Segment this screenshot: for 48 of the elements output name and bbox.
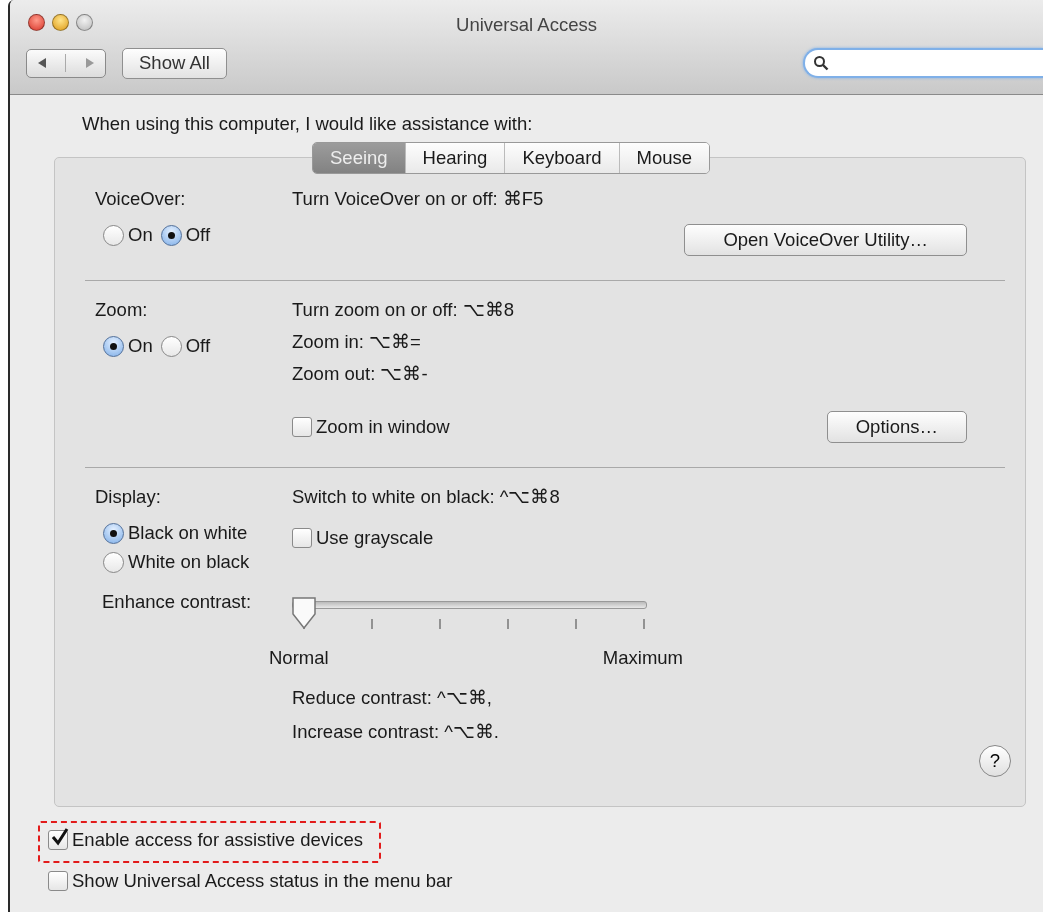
shortcut-text: Zoom in: ⌥⌘=: [292, 331, 422, 353]
checkbox[interactable]: [48, 830, 68, 850]
shortcut-text: Turn VoiceOver on or off: ⌘F5: [292, 188, 545, 210]
minimize-button[interactable]: [52, 13, 69, 31]
radio-label: White on black: [128, 551, 250, 573]
search-field[interactable]: [803, 48, 1043, 78]
options-button[interactable]: Options…: [826, 411, 967, 443]
radio-label: On: [128, 224, 153, 246]
slider-min-label: Normal: [269, 647, 329, 669]
checkbox[interactable]: [292, 417, 312, 437]
zoom-button[interactable]: [76, 13, 93, 31]
radio-button[interactable]: [103, 335, 124, 357]
slider-thumb[interactable]: [291, 596, 317, 630]
checkbox[interactable]: [48, 871, 68, 891]
radio-label: Black on white: [128, 522, 248, 544]
checkbox-label: Show Universal Access status in the menu bar: [72, 870, 453, 892]
radio-label: On: [128, 335, 153, 357]
tab[interactable]: Keyboard: [504, 143, 619, 173]
tab[interactable]: Hearing: [404, 143, 505, 173]
window-title: Universal Access: [456, 14, 597, 36]
shortcut-text: Increase contrast: ^⌥⌘.: [292, 721, 500, 743]
shortcut-text: Reduce contrast: ^⌥⌘,: [292, 687, 493, 709]
search-icon: [813, 55, 829, 71]
close-button[interactable]: [28, 13, 45, 31]
radio-button[interactable]: [160, 335, 182, 357]
shortcut-text: Switch to white on black: ^⌥⌘8: [292, 486, 561, 508]
section-label: Zoom:: [95, 299, 149, 321]
radio-button[interactable]: [103, 224, 124, 246]
open-voiceover-utility-button[interactable]: Open VoiceOver Utility…: [684, 224, 967, 256]
radio-button[interactable]: [103, 551, 124, 573]
checkbox-label: Zoom in window: [316, 416, 450, 438]
shortcut-text: Turn zoom on or off: ⌥⌘8: [292, 299, 515, 321]
section-label: Display:: [95, 486, 162, 508]
radio-button[interactable]: [160, 224, 182, 246]
checkbox[interactable]: [292, 528, 312, 548]
shortcut-text: Zoom out: ⌥⌘-: [292, 363, 429, 385]
prompt-text: When using this computer, I would like assistance with:: [82, 113, 534, 136]
tab[interactable]: Mouse: [618, 143, 710, 173]
section-label: VoiceOver:: [95, 188, 187, 210]
radio-label: Off: [185, 335, 211, 357]
checkbox-label: Use grayscale: [316, 527, 434, 549]
radio-button[interactable]: [103, 522, 124, 544]
show-all-button[interactable]: Show All: [122, 47, 227, 79]
back-forward-control[interactable]: [26, 48, 106, 78]
slider-max-label: Maximum: [602, 647, 683, 669]
radio-label: Off: [185, 224, 211, 246]
checkbox-label: Enable access for assistive devices: [72, 829, 363, 851]
help-button[interactable]: ?: [979, 745, 1011, 777]
